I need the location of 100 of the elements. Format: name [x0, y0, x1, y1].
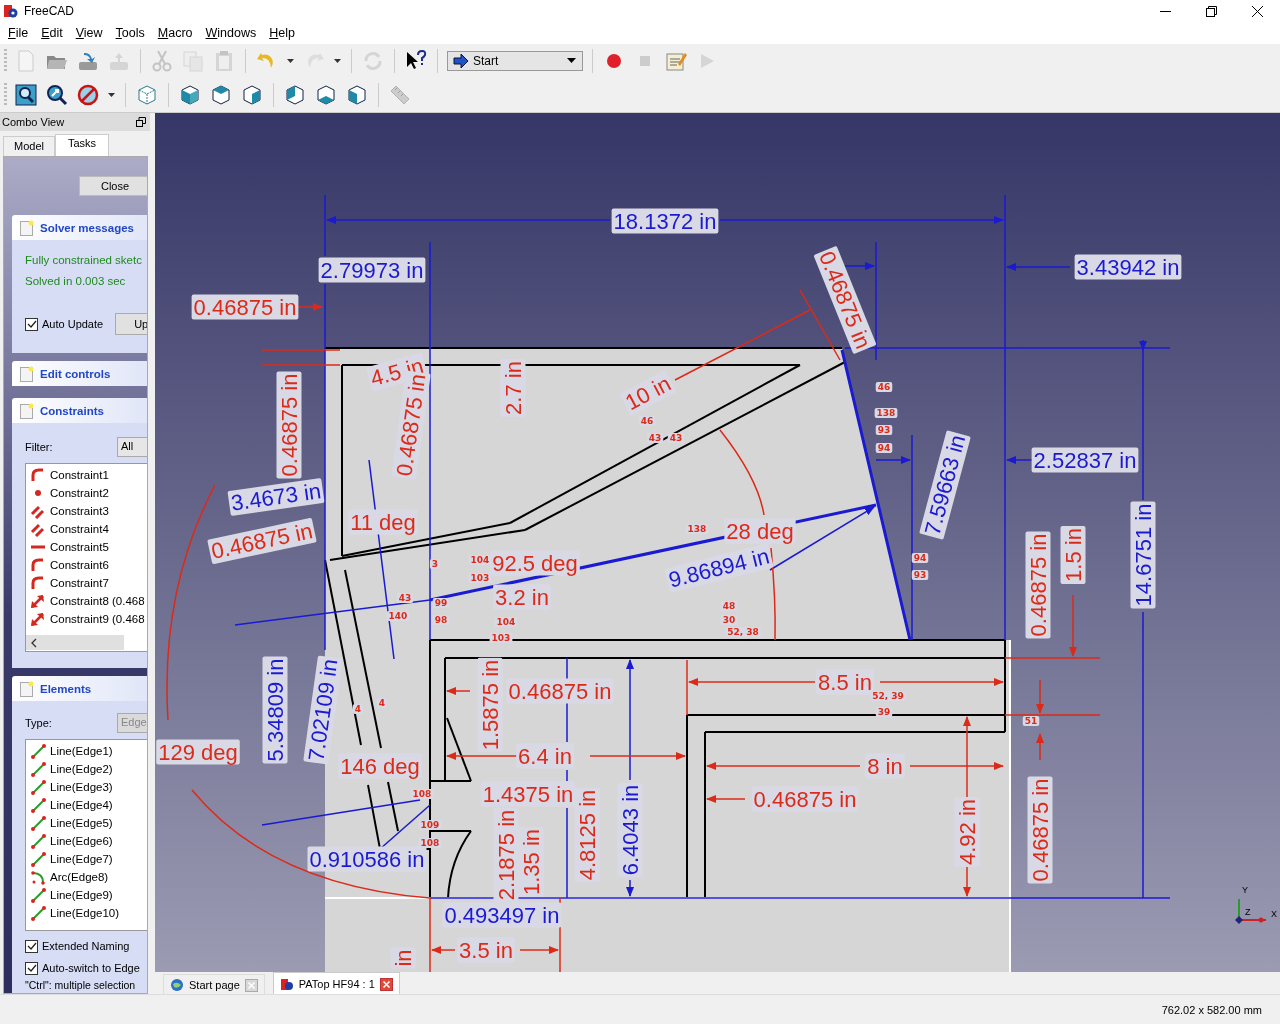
axis-label: Y: [1242, 885, 1248, 895]
menu-item[interactable]: Help: [264, 26, 300, 40]
constraint-label: 109: [420, 820, 440, 830]
constraint-item[interactable]: Constraint1: [26, 466, 147, 484]
menu-item[interactable]: File: [3, 26, 34, 40]
constraint-label: 4: [378, 698, 386, 708]
line-icon: [30, 905, 46, 921]
update-button[interactable]: Up: [115, 313, 147, 335]
constraint-label: 103: [470, 573, 490, 583]
solver-message: Solved in 0.003 sec: [25, 274, 127, 289]
constraint-icon: [30, 593, 46, 609]
constraint-item[interactable]: Constraint2: [26, 484, 147, 502]
section-title: Solver messages: [40, 221, 134, 234]
menu-item[interactable]: View: [70, 26, 108, 40]
cube-icon[interactable]: [314, 83, 338, 107]
dimension-label[interactable]: 3.43942 in: [1076, 254, 1180, 280]
element-item[interactable]: Line(Edge6): [26, 832, 147, 850]
constraint-label: 43: [669, 433, 683, 443]
checkbox[interactable]: [25, 961, 38, 975]
panel-icon: [20, 219, 34, 236]
element-item[interactable]: Line(Edge3): [26, 778, 147, 796]
zoom-fit-icon[interactable]: [14, 83, 38, 107]
check-icon: [26, 941, 37, 951]
cube-icon[interactable]: [135, 83, 159, 107]
section-title: Edit controls: [40, 367, 111, 380]
dimension-label[interactable]: 3.4673 in: [229, 478, 323, 516]
workbench-dropdown[interactable]: Start: [447, 51, 583, 71]
constraint-label: 138: [687, 524, 707, 534]
document-tab[interactable]: Start page: [163, 974, 265, 995]
dimension-label[interactable]: 9.86894 in: [666, 543, 772, 593]
scrollbar[interactable]: [26, 635, 124, 650]
dimension-label[interactable]: 7.02109 in: [303, 657, 343, 763]
constraint-item[interactable]: Constraint3: [26, 502, 147, 520]
line-icon: [30, 779, 46, 795]
constraint-item[interactable]: Constraint4: [26, 520, 147, 538]
cube-icon[interactable]: [345, 83, 369, 107]
constraint-icon: [30, 575, 46, 591]
element-item[interactable]: Line(Edge4): [26, 796, 147, 814]
cube-icon[interactable]: [240, 83, 264, 107]
constraint-label: 52, 38: [727, 627, 759, 637]
hint-text: "Ctrl": multiple selection: [25, 979, 137, 991]
constraint-label: 43: [648, 433, 662, 443]
cube-icon[interactable]: [209, 83, 233, 107]
menu-item[interactable]: Edit: [36, 26, 68, 40]
magnifier-icon[interactable]: [45, 83, 69, 107]
dimension-label[interactable]: 14.6751 in: [1130, 503, 1156, 607]
element-item[interactable]: Line(Edge10): [26, 904, 147, 922]
arc-icon: [30, 869, 46, 885]
constraint-item[interactable]: Constraint8 (0.468: [26, 592, 147, 610]
dimension-label[interactable]: 7.59663 in: [919, 432, 971, 538]
constraint-label: 94: [877, 443, 891, 453]
checkbox-label: Auto-switch to Edge: [42, 962, 140, 974]
constraint-label: 52, 39: [872, 691, 904, 701]
element-item[interactable]: Line(Edge1): [26, 742, 147, 760]
constraint-item[interactable]: Constraint5: [26, 538, 147, 556]
element-item[interactable]: Line(Edge5): [26, 814, 147, 832]
dimension-label[interactable]: 2.79973 in: [320, 257, 424, 283]
constraint-label: 46: [640, 416, 654, 426]
menu-item[interactable]: Windows: [200, 26, 262, 40]
dimension-label[interactable]: 0.493497 in: [444, 902, 560, 928]
document-tab[interactable]: PATop HF94 : 1: [272, 972, 400, 995]
section-header[interactable]: Constraints: [12, 398, 147, 423]
section-header[interactable]: Elements: [12, 676, 147, 701]
panel-icon: [20, 680, 34, 697]
close-icon[interactable]: [379, 977, 393, 991]
filter-dropdown[interactable]: All: [117, 437, 147, 457]
dimension-label[interactable]: 5.34809 in: [262, 658, 288, 762]
element-item[interactable]: Line(Edge7): [26, 850, 147, 868]
menu-item[interactable]: Macro: [152, 26, 198, 40]
cube-icon[interactable]: [178, 83, 202, 107]
scroll-left-icon: [29, 637, 39, 648]
section-header[interactable]: Edit controls: [12, 361, 147, 386]
constraint-icon: [30, 557, 46, 573]
line-icon: [30, 887, 46, 903]
section-header[interactable]: Solver messages: [12, 215, 147, 240]
dimension-label[interactable]: 2.52837 in: [1033, 447, 1137, 473]
constraint-icon: [30, 467, 46, 483]
window-title: FreeCAD: [24, 4, 74, 18]
element-item[interactable]: Line(Edge9): [26, 886, 147, 904]
restore-icon: [1205, 5, 1217, 17]
constraint-label: 94: [913, 553, 927, 563]
checkbox[interactable]: [25, 939, 38, 953]
panel-tab[interactable]: Tasks: [54, 134, 110, 156]
constraint-item[interactable]: Constraint7: [26, 574, 147, 592]
constraint-item[interactable]: Constraint6: [26, 556, 147, 574]
close-button[interactable]: Close: [79, 176, 147, 196]
checkbox[interactable]: [25, 317, 38, 331]
draw-style-icon[interactable]: [76, 83, 100, 107]
element-item[interactable]: Line(Edge2): [26, 760, 147, 778]
element-item[interactable]: Arc(Edge8): [26, 868, 147, 886]
menu-item[interactable]: Tools: [110, 26, 150, 40]
cube-icon[interactable]: [283, 83, 307, 107]
constraint-item[interactable]: Constraint9 (0.468: [26, 610, 147, 628]
constraint-label: 46: [877, 382, 891, 392]
panel-tab[interactable]: Model: [3, 136, 55, 156]
dimension-label[interactable]: 18.1372 in: [613, 208, 717, 234]
app-logo-icon: [4, 4, 18, 18]
dimension-label[interactable]: 6.4043 in: [617, 784, 643, 876]
3d-viewport[interactable]: [155, 113, 1280, 972]
dimension-label[interactable]: 0.910586 in: [309, 846, 425, 872]
